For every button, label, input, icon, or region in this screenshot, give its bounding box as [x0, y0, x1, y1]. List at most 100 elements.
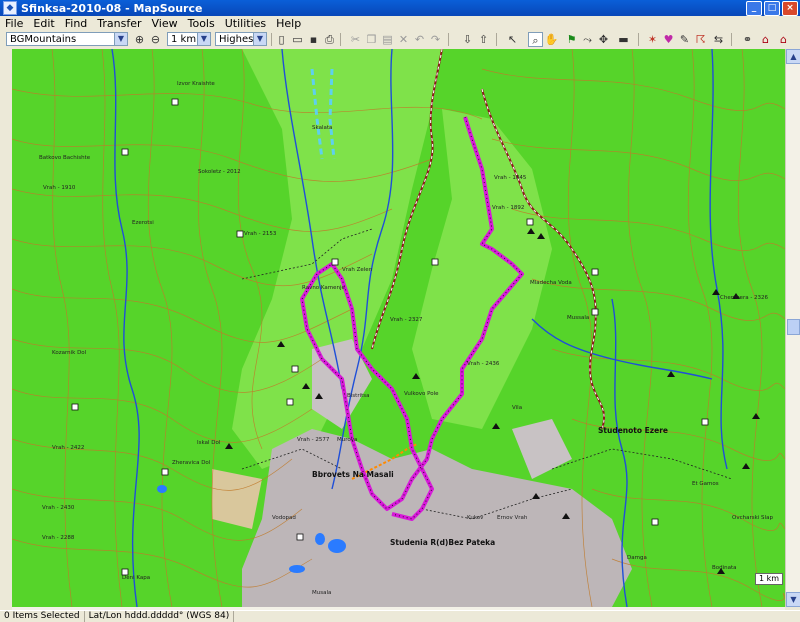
map-label: Vulkovo Pole [404, 391, 439, 397]
close-button[interactable]: × [782, 1, 798, 16]
toolbar-separator [731, 33, 732, 46]
map-product-select[interactable]: BGMountains ▼ [6, 32, 128, 46]
zoom-out-icon[interactable]: ⊖ [148, 32, 163, 47]
map-label: Murova [337, 437, 357, 443]
copy-icon[interactable]: ❐ [364, 32, 379, 47]
send-to-device-icon[interactable]: ⇧ [476, 32, 491, 47]
map-label: Bodinata [712, 565, 737, 571]
toolbar: BGMountains ▼ ⊕ ⊖ 1 km ▼ Highest ▼ ▯ ▭ ▪… [0, 31, 800, 50]
minimize-button[interactable]: _ [746, 1, 762, 16]
undo-icon[interactable]: ↶ [412, 32, 427, 47]
coordinate-format: Lat/Lon hddd.ddddd° (WGS 84) [85, 611, 235, 622]
find-nearest-icon[interactable]: ⌂ [776, 32, 791, 47]
map-label: Ravno Kamenje [302, 285, 346, 291]
map-label: Batkovo Bachishte [39, 155, 91, 161]
menu-utilities[interactable]: Utilities [220, 17, 271, 30]
map-label: Musala [312, 590, 331, 596]
menu-view[interactable]: View [147, 17, 183, 30]
place-label: Studenoto Ezere [598, 426, 668, 435]
map-label: Vrah - 2327 [390, 317, 423, 323]
selection-status: 0 Items Selected [0, 611, 85, 622]
map-label: Vodopad [272, 515, 296, 521]
track-tool-icon[interactable]: ✶ [645, 32, 660, 47]
toolbar-separator [638, 33, 639, 46]
detail-value: Highest [219, 34, 258, 45]
menu-file[interactable]: File [0, 17, 28, 30]
map-view[interactable]: Izvor Kraishte Sokoletz - 2012 Batkovo B… [12, 49, 785, 607]
chevron-down-icon: ▼ [197, 33, 210, 45]
map-scale: 1 km [754, 573, 783, 585]
menu-help[interactable]: Help [271, 17, 306, 30]
map-label: Vrah - 2153 [244, 231, 277, 237]
maximize-button[interactable]: □ [764, 1, 780, 16]
map-label: Sokoletz - 2012 [198, 169, 241, 175]
map-label: Vrah Zelen [342, 267, 373, 273]
detail-select[interactable]: Highest ▼ [215, 32, 267, 46]
route-select-icon[interactable]: ⇆ [711, 32, 726, 47]
place-label: Bbrovets Na Masali [312, 470, 394, 479]
map-label: Bistritsa [347, 393, 370, 399]
scroll-down-icon[interactable]: ▼ [786, 592, 800, 607]
delete-icon[interactable]: ✕ [396, 32, 411, 47]
map-label: Vrah - 1845 [494, 175, 527, 181]
map-label: Vrah - 2577 [297, 437, 330, 443]
toolbar-separator [448, 33, 449, 46]
map-label: Vrah - 1892 [492, 205, 524, 211]
find-icon[interactable]: ⚭ [740, 32, 755, 47]
map-label: Damga [627, 555, 647, 561]
scroll-thumb[interactable] [787, 319, 800, 335]
map-tool-icon[interactable]: ☈ [693, 32, 708, 47]
map-label: Mussala [567, 315, 589, 321]
route-tool-icon[interactable]: ⤳ [580, 32, 595, 47]
save-icon[interactable]: ▪ [306, 32, 321, 47]
receive-from-device-icon[interactable]: ⇩ [460, 32, 475, 47]
distance-tool-icon[interactable]: ▬ [616, 32, 631, 47]
map-label: Vrah - 1910 [43, 185, 76, 191]
map-label: Mladecha Voda [530, 280, 572, 286]
map-label: Izvor Kraishte [177, 81, 215, 87]
menu-edit[interactable]: Edit [28, 17, 59, 30]
map-label: Vila [512, 405, 522, 411]
move-tool-icon[interactable]: ✥ [596, 32, 611, 47]
paste-icon[interactable]: ▤ [380, 32, 395, 47]
find-places-icon[interactable]: ⌂ [758, 32, 773, 47]
map-product-value: BGMountains [10, 34, 77, 45]
zoom-scale-value: 1 km [171, 34, 197, 45]
chevron-down-icon: ▼ [114, 33, 127, 45]
menu-transfer[interactable]: Transfer [92, 17, 146, 30]
redo-icon[interactable]: ↷ [428, 32, 443, 47]
map-label: Iskal Dol [197, 440, 221, 446]
waypoint-tool-icon[interactable]: ⚑ [564, 32, 579, 47]
menu-bar: File Edit Find Transfer View Tools Utili… [0, 16, 800, 32]
chevron-down-icon: ▼ [253, 33, 266, 45]
map-label: Vrah - 2430 [42, 505, 75, 511]
topographic-map: Izvor Kraishte Sokoletz - 2012 Batkovo B… [12, 49, 785, 607]
map-label: Vrah - 2422 [52, 445, 84, 451]
toolbar-separator [340, 33, 341, 46]
open-folder-icon[interactable]: ▭ [290, 32, 305, 47]
eraser-tool-icon[interactable]: ✎ [677, 32, 692, 47]
hand-tool-icon[interactable]: ✋ [544, 32, 559, 47]
scroll-up-icon[interactable]: ▲ [786, 49, 800, 64]
place-label: Studenia R(d)Bez Pateka [390, 538, 495, 547]
cut-icon[interactable]: ✂ [348, 32, 363, 47]
map-label: Chembera - 2326 [720, 295, 769, 301]
new-file-icon[interactable]: ▯ [274, 32, 289, 47]
zoom-scale-select[interactable]: 1 km ▼ [167, 32, 211, 46]
track-filter-icon[interactable]: ♥ [661, 32, 676, 47]
zoom-tool-icon[interactable]: ⌕ [528, 32, 543, 47]
toolbar-separator [496, 33, 497, 46]
map-label: Deni Kapa [122, 575, 150, 581]
zoom-in-icon[interactable]: ⊕ [132, 32, 147, 47]
menu-find[interactable]: Find [60, 17, 93, 30]
map-label: Skalata [312, 125, 332, 131]
selection-tool-icon[interactable]: ↖ [505, 32, 520, 47]
vertical-scrollbar[interactable]: ▲ ▼ [785, 49, 800, 607]
map-label: Ernov Vrah [497, 515, 528, 521]
print-icon[interactable]: ⎙ [322, 32, 337, 47]
menu-tools[interactable]: Tools [183, 17, 220, 30]
window-title: Sfinksa-2010-08 - MapSource [21, 1, 203, 15]
map-label: Vrah - 2288 [42, 535, 75, 541]
app-icon: ◆ [3, 1, 17, 15]
map-label: Ezerotsi [132, 220, 154, 226]
